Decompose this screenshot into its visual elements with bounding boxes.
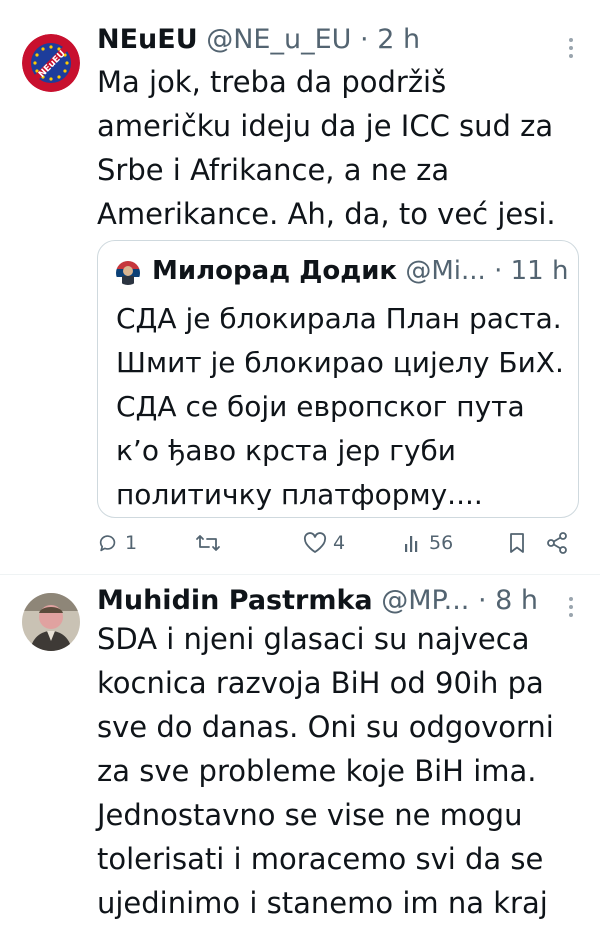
tweet-header: NEuEU @NE_u_EU · 2 h: [97, 24, 420, 56]
neueu-avatar[interactable]: NEuEU: [22, 34, 80, 92]
quote-display-name: Милорад Додик: [152, 256, 398, 286]
user-handle[interactable]: @NE_u_EU: [206, 24, 351, 55]
display-name[interactable]: Muhidin Pastrmka: [97, 585, 373, 616]
reply-button[interactable]: 1: [97, 532, 137, 554]
bookmark-button[interactable]: [507, 532, 527, 554]
share-button[interactable]: [545, 532, 569, 554]
bookmark-icon: [510, 533, 524, 553]
retweet-button[interactable]: [195, 532, 227, 554]
tweet-text: Ma jok, treba da podržiš američku ideju …: [97, 65, 556, 231]
reply-icon: [99, 535, 116, 552]
tweet-actions: 1 4 56: [97, 532, 577, 564]
timestamp[interactable]: · 8 h: [478, 585, 538, 616]
more-options-icon[interactable]: [568, 38, 574, 58]
quoted-tweet[interactable]: Милорад Додик @Mi... · 11 h СДА је блоки…: [97, 240, 579, 518]
display-name[interactable]: NEuEU: [97, 24, 198, 55]
like-button[interactable]: 4: [303, 532, 345, 554]
share-icon: [547, 532, 567, 554]
views-button[interactable]: 56: [403, 532, 453, 554]
like-count: 4: [333, 532, 346, 554]
timestamp[interactable]: · 2 h: [360, 24, 420, 55]
tweet-text: SDA i njeni glasaci su najveca kocnica r…: [97, 622, 554, 920]
quote-text: СДА је блокирала План раста. Шмит је бло…: [116, 302, 564, 511]
quote-timestamp: · 11 h: [494, 256, 569, 286]
tweet[interactable]: Muhidin Pastrmka @MP... · 8 h SDA i njen…: [0, 575, 600, 920]
user-handle[interactable]: @MP...: [381, 585, 469, 616]
tweet-header: Muhidin Pastrmka @MP... · 8 h: [97, 585, 538, 617]
heart-icon: [303, 532, 327, 553]
views-icon: [405, 536, 418, 552]
more-options-icon[interactable]: [568, 597, 574, 617]
quote-handle: @Mi...: [405, 256, 486, 286]
quote-avatar: [116, 261, 140, 285]
retweet-icon: [196, 535, 220, 551]
tweet[interactable]: NEuEU NEuEU @NE_u_EU · 2 h Ma jok, treba…: [0, 0, 600, 574]
user-avatar[interactable]: [22, 593, 80, 651]
reply-count: 1: [125, 532, 138, 554]
view-count: 56: [429, 532, 454, 554]
